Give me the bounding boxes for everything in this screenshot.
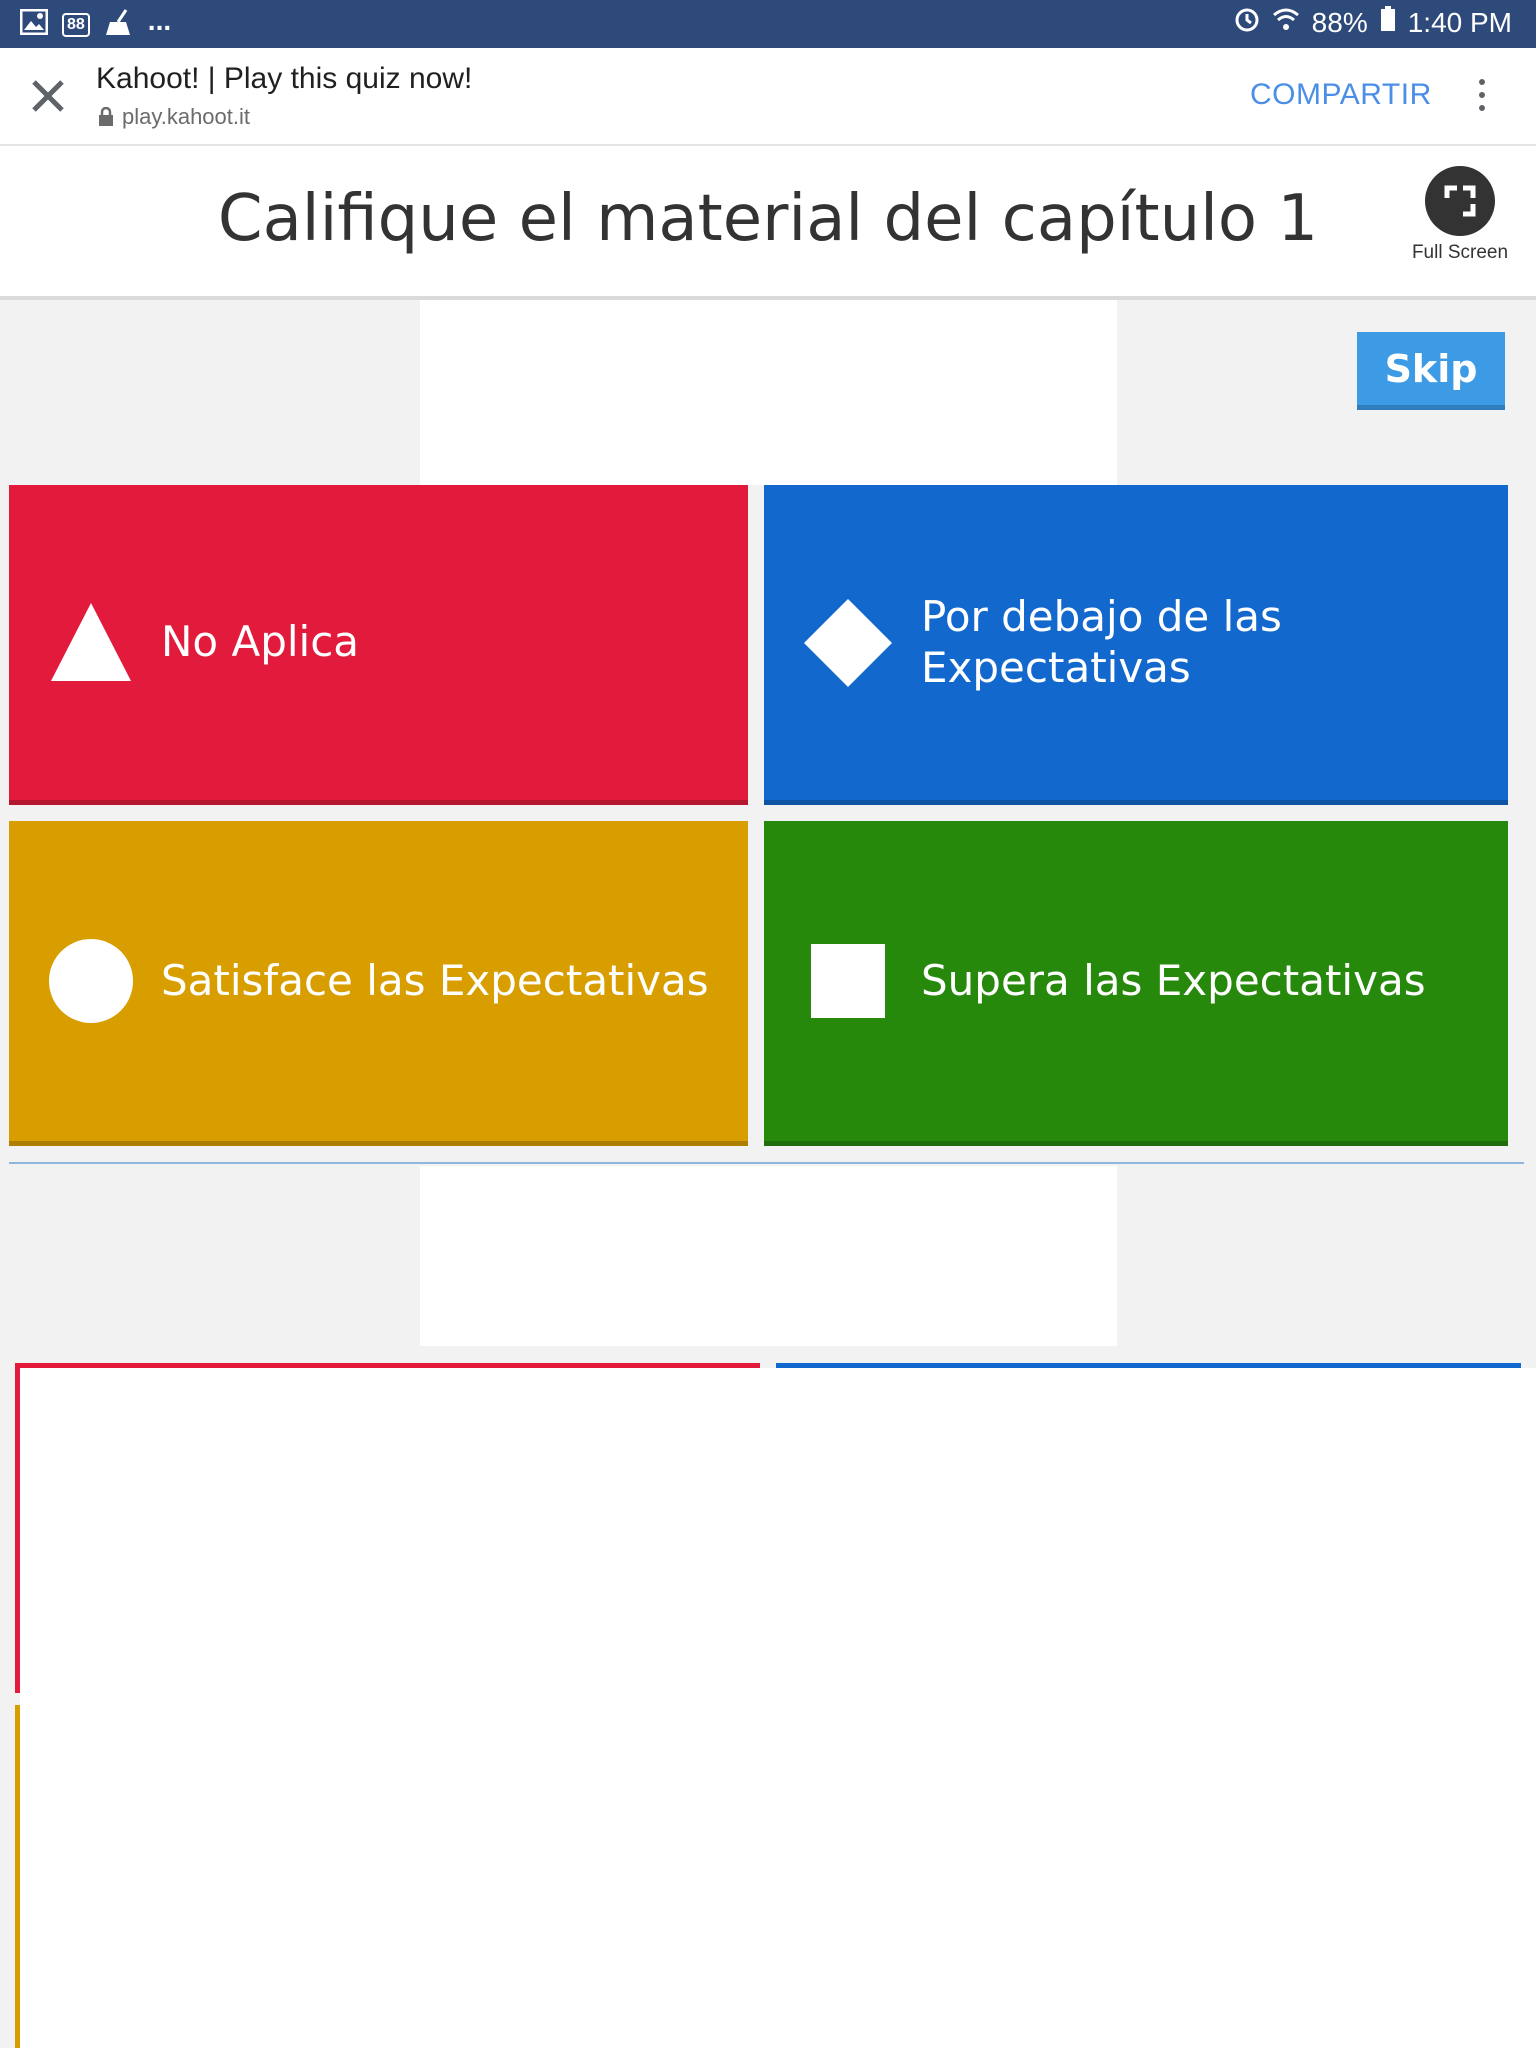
fullscreen-button[interactable]: Full Screen: [1410, 166, 1510, 266]
skip-button[interactable]: Skip: [1357, 332, 1505, 410]
square-icon: [800, 933, 896, 1029]
badge-icon: 88: [62, 12, 90, 37]
answer-label: Por debajo de las Expectativas: [921, 592, 1282, 692]
page-title: Kahoot! | Play this quiz now!: [96, 62, 473, 95]
diamond-icon: [800, 595, 896, 691]
answer-label: Satisface las Expectativas: [161, 955, 709, 1005]
status-bar: 88 ... 88% 1:40 PM: [0, 0, 1536, 48]
blank-overlay: [20, 1368, 1536, 2048]
battery-icon: [1380, 6, 1396, 39]
answer-red[interactable]: No Aplica: [9, 485, 748, 805]
question-title: Califique el material del capítulo 1: [217, 182, 1319, 256]
fullscreen-icon: [1425, 166, 1495, 236]
media-area-duplicate: [420, 1166, 1117, 1346]
clock: 1:40 PM: [1407, 6, 1512, 38]
url-text: play.kahoot.it: [122, 104, 251, 129]
overflow-menu-icon[interactable]: [1470, 74, 1494, 118]
share-button[interactable]: COMPARTIR: [1250, 78, 1432, 112]
triangle-icon: [43, 595, 139, 691]
more-notifications: ...: [147, 4, 172, 36]
close-icon: [32, 80, 64, 112]
browser-toolbar: Kahoot! | Play this quiz now! play.kahoo…: [0, 48, 1536, 146]
divider: [9, 1162, 1524, 1164]
battery-percent: 88%: [1311, 6, 1368, 38]
wifi-icon: [1272, 6, 1300, 39]
circle-icon: [43, 933, 139, 1029]
quiz-header: Califique el material del capítulo 1 Ful…: [0, 146, 1536, 300]
lock-icon: [99, 107, 113, 126]
question-media-area: [420, 300, 1117, 485]
close-button[interactable]: [24, 72, 72, 120]
answer-label: No Aplica: [161, 617, 360, 667]
answer-label: Supera las Expectativas: [921, 955, 1426, 1005]
gallery-icon: [19, 8, 49, 40]
answer-yellow[interactable]: Satisface las Expectativas: [9, 821, 748, 1146]
answer-blue[interactable]: Por debajo de las Expectativas: [764, 485, 1508, 805]
fullscreen-label: Full Screen: [1411, 242, 1509, 263]
url-bar[interactable]: play.kahoot.it: [98, 104, 250, 130]
cleaner-icon: [104, 8, 134, 41]
answer-green[interactable]: Supera las Expectativas: [764, 821, 1508, 1146]
alarm-icon: [1234, 6, 1260, 39]
